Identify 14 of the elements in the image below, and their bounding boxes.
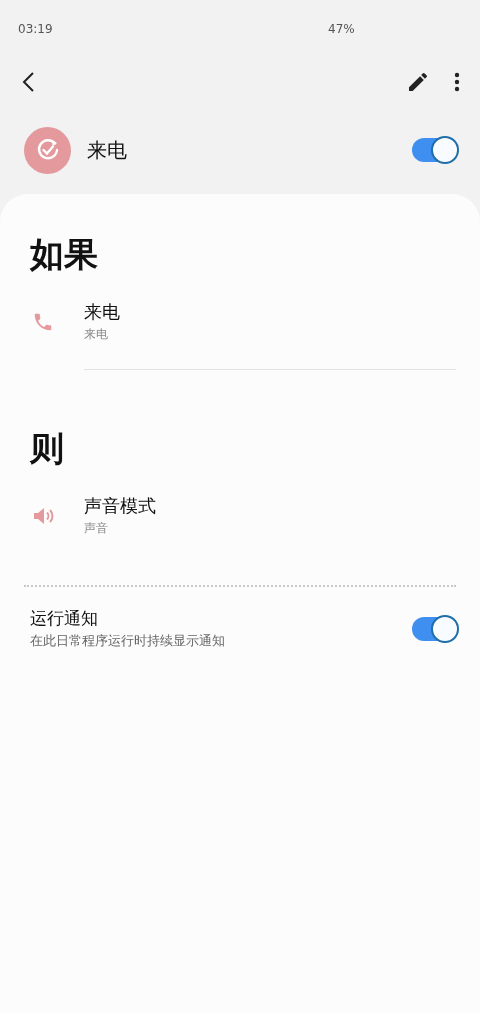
item-subtitle: 声音 — [84, 520, 109, 537]
item-title[interactable]: 来电 — [84, 300, 120, 324]
toggle-switch[interactable] — [412, 138, 456, 162]
item-subtitle: 来电 — [84, 326, 109, 343]
notification-description: 在此日常程序运行时持续显示通知 — [30, 633, 226, 650]
toggle-switch[interactable] — [412, 616, 456, 641]
notification-title: 运行通知 — [30, 607, 99, 630]
section-heading: 如果 — [30, 233, 99, 276]
item-title[interactable]: 声音模式 — [84, 494, 156, 518]
routine-title: 来电 — [87, 136, 128, 164]
section-heading: 则 — [30, 427, 65, 470]
status-time: 03:19 — [18, 22, 54, 36]
routine-badge-icon — [24, 126, 71, 174]
battery-level: 47% — [328, 22, 355, 36]
